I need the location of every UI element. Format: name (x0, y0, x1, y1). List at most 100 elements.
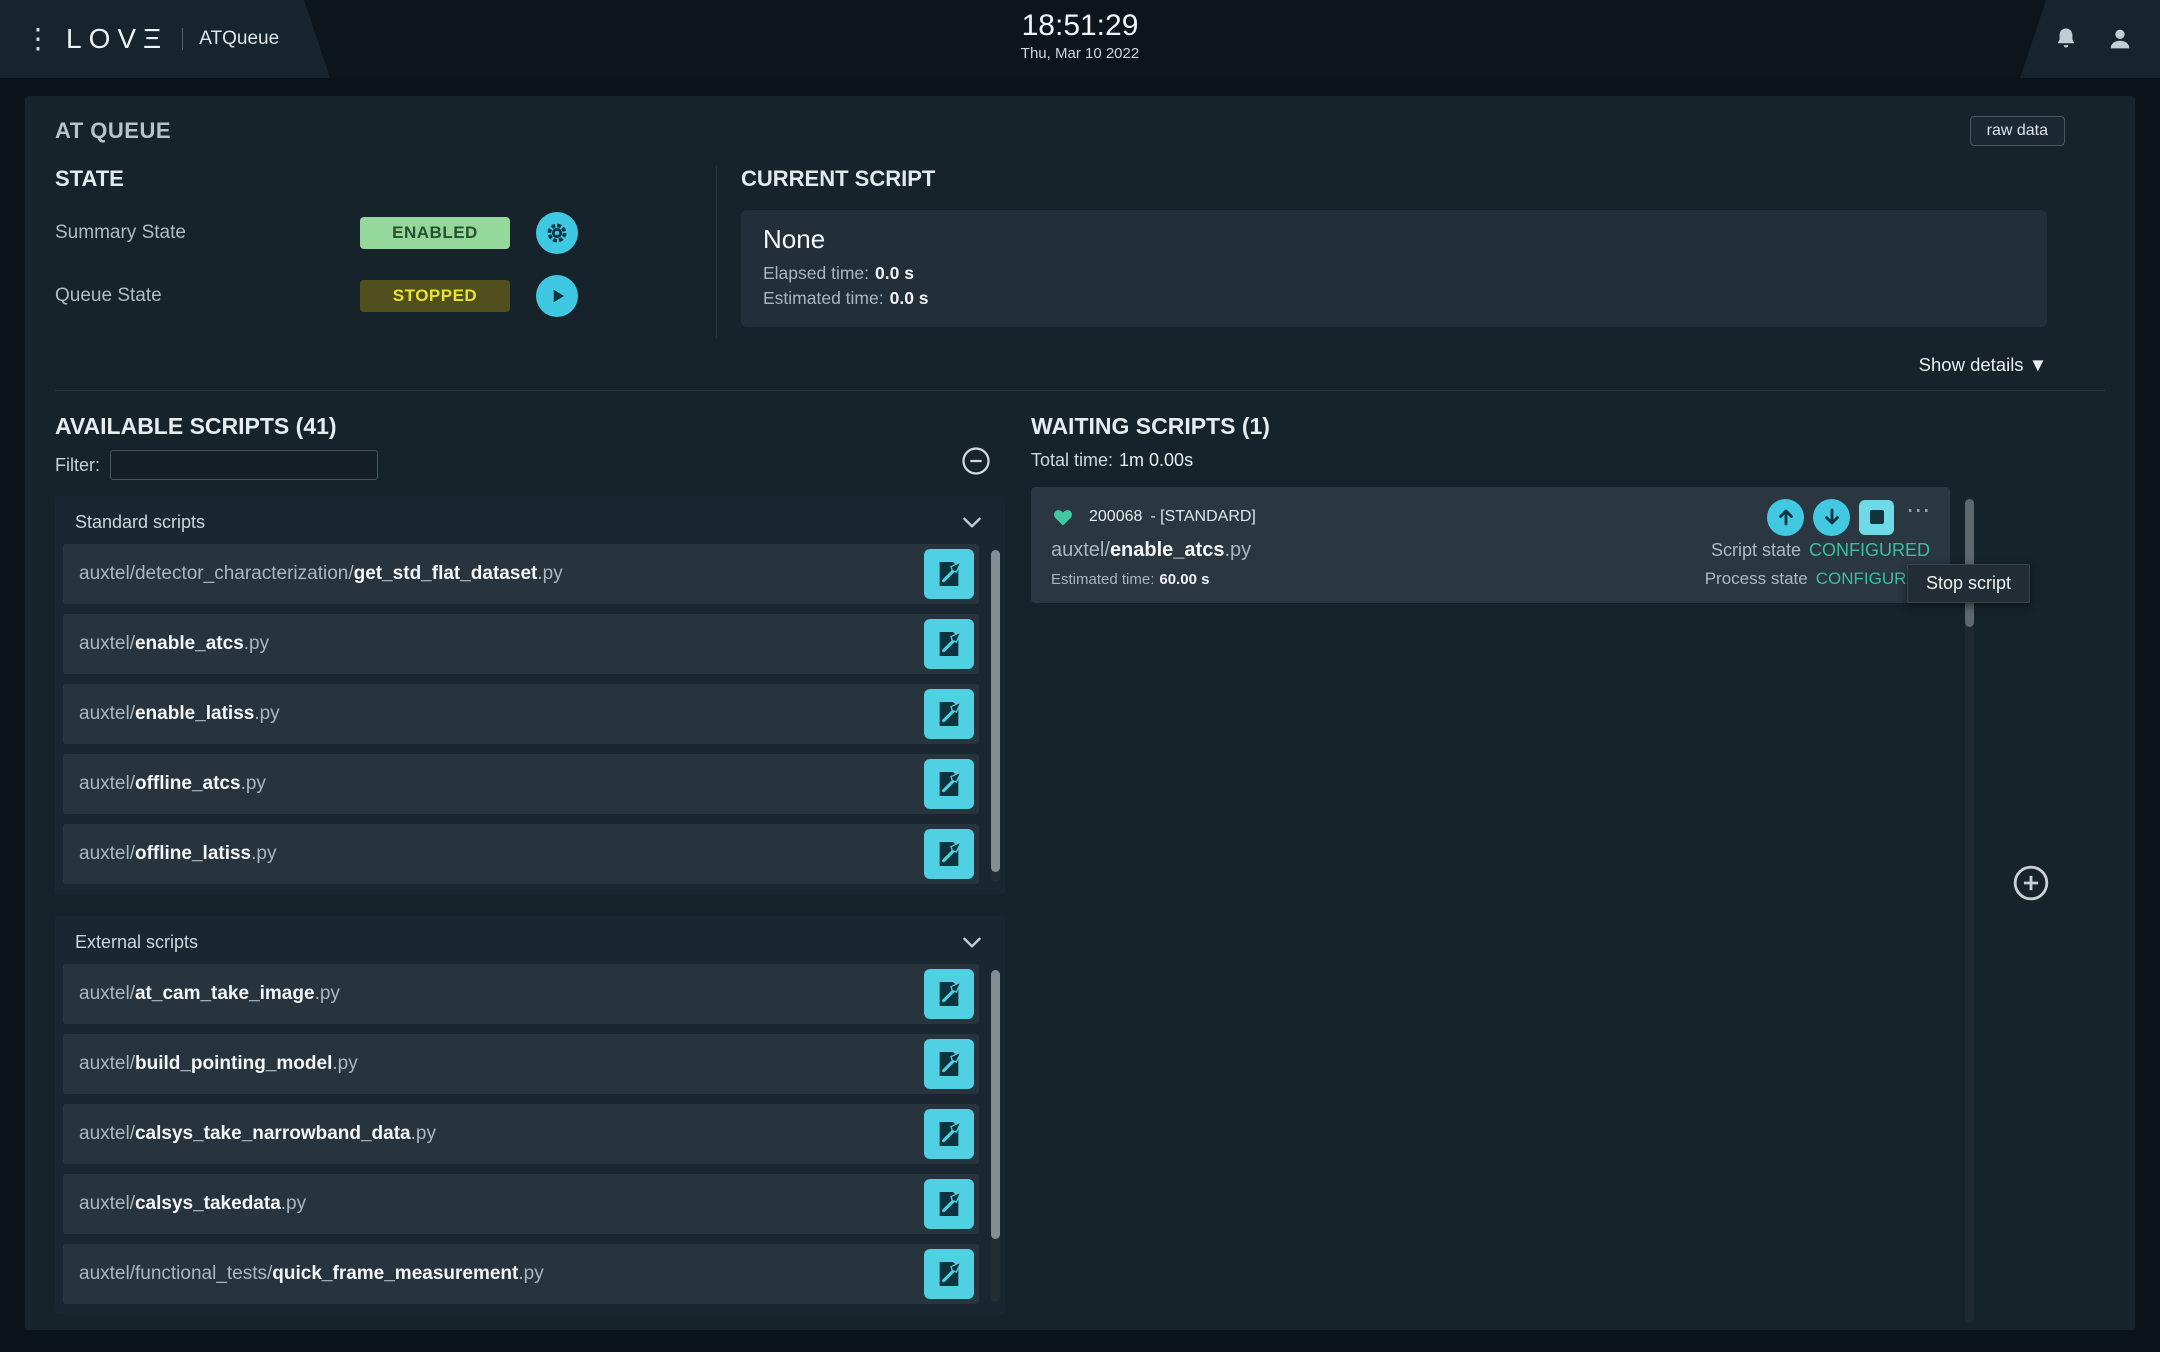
queue-state-badge: STOPPED (360, 280, 510, 312)
script-name: at_cam_take_image (134, 983, 315, 1004)
header-right-group (2052, 0, 2134, 78)
script-path: auxtel/offline_latiss.py (79, 843, 277, 865)
script-path: auxtel/detector_characterization/get_std… (79, 563, 563, 585)
scrollbar-thumb[interactable] (991, 550, 1000, 873)
launch-script-button[interactable] (924, 1249, 974, 1299)
filter-input[interactable] (110, 450, 378, 480)
estimated-time-label: Estimated time: (1051, 571, 1155, 588)
waiting-scripts-title: WAITING SCRIPTS (1) (1031, 413, 1270, 439)
total-time-line: Total time: 1m 0.00s (1031, 450, 1976, 471)
state-section: STATE Summary State ENABLED Queue State … (55, 166, 716, 338)
launch-script-button[interactable] (924, 689, 974, 739)
move-down-button[interactable] (1813, 498, 1850, 536)
script-row: auxtel/offline_atcs.py (63, 754, 979, 814)
external-scripts-header[interactable]: External scripts (63, 920, 997, 964)
panel-title: AT QUEUE (55, 118, 172, 143)
atqueue-panel: AT QUEUE raw data STATE Summary State EN… (25, 96, 2135, 1330)
script-row: auxtel/enable_atcs.py (63, 614, 979, 674)
group-label: Standard scripts (75, 511, 206, 532)
estimated-label: Estimated time: (763, 288, 884, 308)
process-state-label: Process state (1704, 569, 1808, 588)
scripts-columns: AVAILABLE SCRIPTS (41) Filter: Standard … (55, 409, 2105, 1329)
waiting-script-card: 200068 - [STANDARD] ⋯ auxtel/enable_atcs… (1031, 487, 1950, 603)
external-scripts-scrollbar[interactable] (991, 970, 1000, 1302)
script-name: calsys_takedata (134, 1193, 281, 1214)
launch-script-button[interactable] (924, 619, 974, 669)
script-path: auxtel/calsys_take_narrowband_data.py (79, 1123, 436, 1145)
script-path: auxtel/at_cam_take_image.py (79, 983, 340, 1005)
launch-script-button[interactable] (924, 829, 974, 879)
raw-data-button[interactable]: raw data (1969, 116, 2065, 146)
external-scripts-group: External scripts auxtel/at_cam_take_imag… (55, 916, 1005, 1314)
current-elapsed-line: Elapsed time: 0.0 s (763, 263, 2025, 284)
script-name: enable_latiss (134, 703, 255, 724)
script-name: quick_frame_measurement (272, 1263, 519, 1284)
top-bar: ⋮ LOVΞ ATQueue 18:51:29 Thu, Mar 10 2022 (0, 0, 2160, 78)
current-script-section: CURRENT SCRIPT None Elapsed time: 0.0 s E… (716, 166, 2105, 338)
external-scripts-list: auxtel/at_cam_take_image.py auxtel/build… (63, 964, 997, 1304)
script-path: auxtel/enable_atcs.py (79, 633, 269, 655)
show-details-toggle[interactable]: Show details ▼ (55, 354, 2047, 376)
launch-script-icon (933, 1188, 965, 1220)
atqueue-screen: ⋮ LOVΞ ATQueue 18:51:29 Thu, Mar 10 2022… (0, 0, 2160, 1352)
stop-script-button[interactable] (1859, 499, 1894, 535)
script-prefix: auxtel/functional_tests/ (79, 1263, 273, 1284)
summary-state-row: Summary State ENABLED (55, 212, 716, 254)
waiting-scripts-section: WAITING SCRIPTS (1) Total time: 1m 0.00s … (1031, 409, 2031, 1329)
script-ext: .py (410, 1123, 436, 1144)
current-script-box: None Elapsed time: 0.0 s Estimated time: 0… (741, 210, 2047, 327)
script-id: 200068 (1089, 508, 1143, 525)
launch-script-button[interactable] (924, 1039, 974, 1089)
script-path: auxtel/build_pointing_model.py (79, 1053, 358, 1075)
launch-script-button[interactable] (924, 549, 974, 599)
move-up-button[interactable] (1767, 498, 1804, 536)
elapsed-value: 0.0 s (875, 263, 914, 283)
launch-script-button[interactable] (924, 969, 974, 1019)
notifications-button[interactable] (2052, 25, 2080, 53)
script-name: calsys_take_narrowband_data (134, 1123, 411, 1144)
collapse-available-button[interactable] (961, 446, 991, 479)
favorite-button[interactable] (1051, 505, 1075, 529)
script-ext: .py (251, 843, 277, 864)
available-scripts-title: AVAILABLE SCRIPTS (41) (55, 413, 337, 439)
launch-script-button[interactable] (924, 1109, 974, 1159)
user-button[interactable] (2106, 25, 2134, 53)
standard-scripts-scrollbar[interactable] (991, 550, 1000, 882)
launch-script-button[interactable] (924, 759, 974, 809)
summary-state-badge: ENABLED (360, 217, 510, 249)
heart-icon (1051, 505, 1075, 529)
clock: 18:51:29 Thu, Mar 10 2022 (1021, 9, 1139, 62)
launch-script-button[interactable] (924, 1179, 974, 1229)
script-state-value: CONFIGURED (1809, 540, 1930, 560)
expand-add-button[interactable] (2012, 864, 2050, 905)
launch-script-icon (933, 978, 965, 1010)
estimated-time: Estimated time: 60.00 s (1051, 571, 1209, 588)
scrollbar-thumb[interactable] (1965, 499, 1974, 627)
script-prefix: auxtel/ (79, 773, 135, 794)
launch-script-icon (933, 558, 965, 590)
scrollbar-thumb[interactable] (991, 970, 1000, 1239)
waiting-scripts-scrollbar[interactable] (1965, 497, 1974, 1323)
arrow-down-icon (1820, 505, 1844, 529)
total-time-label: Total time: (1031, 450, 1114, 470)
script-ext: .py (332, 1053, 358, 1074)
script-row: auxtel/build_pointing_model.py (63, 1034, 979, 1094)
estimated-time-value: 60.00 s (1159, 571, 1210, 588)
script-path: auxtel/calsys_takedata.py (79, 1193, 306, 1215)
script-prefix: auxtel/ (79, 633, 135, 654)
waiting-script-path: auxtel/enable_atcs.py (1051, 539, 1251, 562)
standard-scripts-group: Standard scripts auxtel/detector_charact… (55, 496, 1005, 894)
script-row: auxtel/detector_characterization/get_std… (63, 544, 979, 604)
summary-state-config-button[interactable] (536, 212, 578, 254)
chevron-down-icon (959, 929, 985, 955)
run-queue-button[interactable] (536, 275, 578, 317)
group-label: External scripts (75, 931, 199, 952)
play-icon (544, 283, 570, 309)
menu-icon[interactable]: ⋮ (18, 25, 66, 53)
script-ext: .py (254, 703, 280, 724)
launch-script-icon (933, 1048, 965, 1080)
app-name: ATQueue (182, 28, 279, 50)
gear-icon (544, 220, 570, 246)
summary-state-label: Summary State (55, 222, 186, 243)
standard-scripts-header[interactable]: Standard scripts (63, 500, 997, 544)
